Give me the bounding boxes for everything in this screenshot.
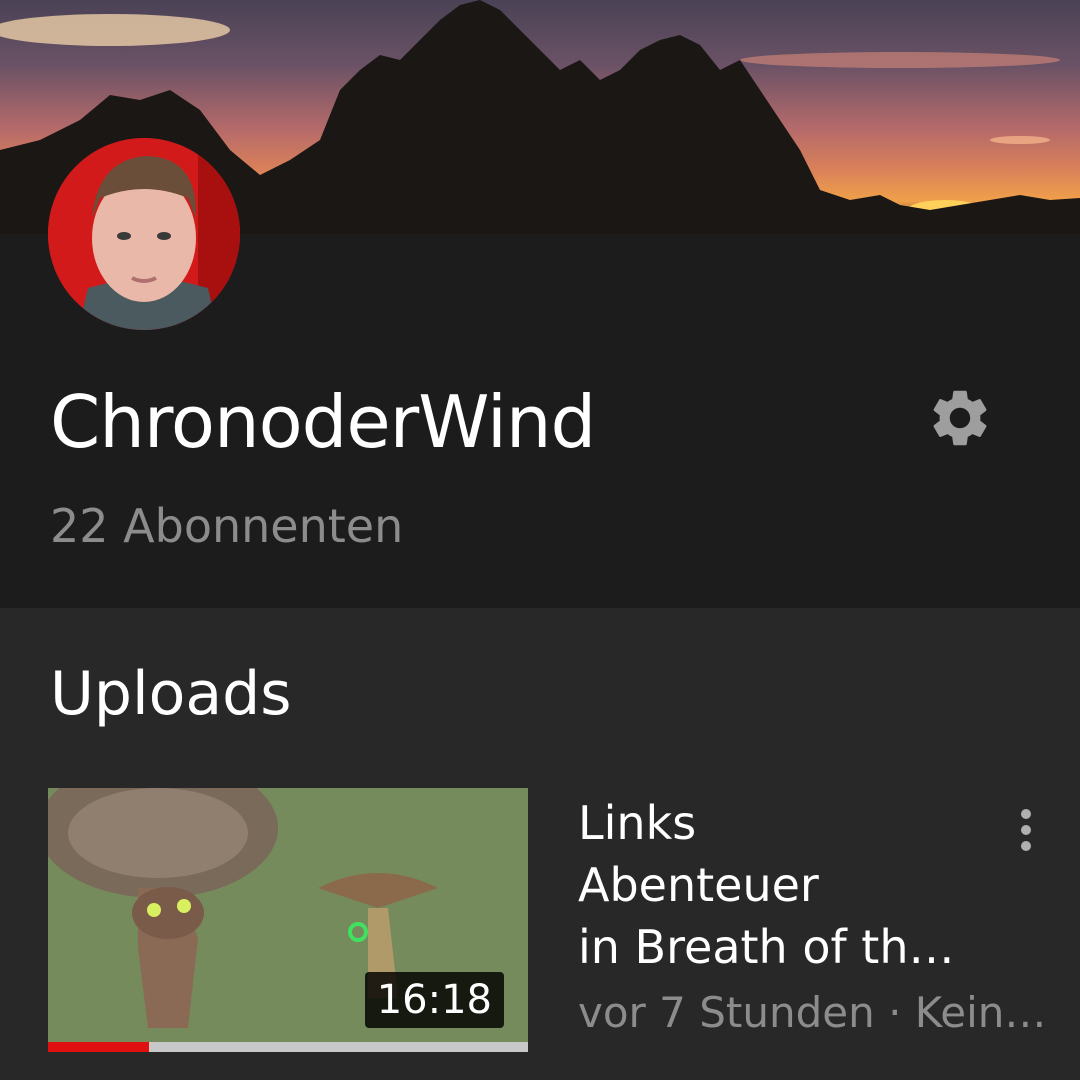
video-list-item[interactable]: 16:18 Links Abenteuer in Breath of th… v… (0, 780, 1080, 1070)
subscriber-count: 22 Abonnenten (50, 499, 404, 553)
more-vert-icon (1021, 809, 1031, 851)
channel-name: ChronoderWind (50, 380, 596, 464)
avatar[interactable] (48, 138, 240, 330)
more-options-button[interactable] (1008, 808, 1044, 852)
gear-icon (933, 390, 987, 446)
settings-button[interactable] (926, 384, 994, 452)
section-title-uploads: Uploads (50, 659, 292, 729)
video-metadata: vor 7 Stunden · Kein… (578, 988, 1047, 1037)
video-thumbnail[interactable]: 16:18 (48, 788, 528, 1052)
watch-progress-bar (48, 1042, 528, 1052)
video-title-line: Links (578, 796, 697, 850)
video-title-line: in Breath of th… (578, 920, 955, 974)
video-title[interactable]: Links Abenteuer in Breath of th… (578, 792, 978, 978)
video-title-line: Abenteuer (578, 858, 819, 912)
watch-progress-fill (48, 1042, 149, 1052)
video-duration: 16:18 (364, 972, 504, 1028)
